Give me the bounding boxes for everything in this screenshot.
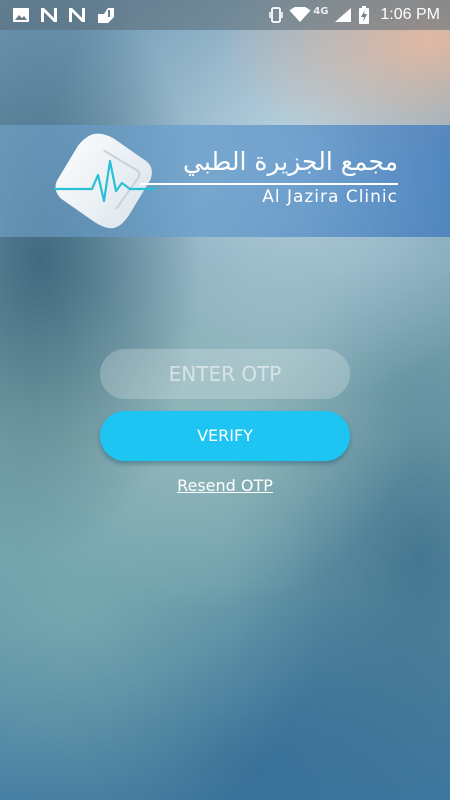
status-bar-notifications xyxy=(12,4,116,26)
n-notification-icon xyxy=(40,7,58,23)
resend-otp-link[interactable]: Resend OTP xyxy=(100,476,350,495)
otp-input[interactable] xyxy=(100,349,350,399)
status-bar-system: 4G 1:06 PM xyxy=(269,4,440,26)
vibrate-icon xyxy=(269,7,283,23)
signal-icon xyxy=(334,7,352,23)
logo-divider xyxy=(140,183,398,185)
background-image xyxy=(0,0,450,800)
logo-banner: مجمع الجزيرة الطبي Al Jazira Clinic xyxy=(0,125,450,237)
battery-charging-icon xyxy=(358,6,370,24)
network-type-label: 4G xyxy=(313,5,329,17)
verify-button[interactable]: VERIFY xyxy=(100,411,350,461)
clock: 1:06 PM xyxy=(380,6,440,23)
status-bar: 4G 1:06 PM xyxy=(0,0,450,30)
wifi-icon xyxy=(289,7,311,23)
notification-1-icon xyxy=(96,6,116,24)
clinic-name-arabic: مجمع الجزيرة الطبي xyxy=(183,147,398,176)
clinic-name-english: Al Jazira Clinic xyxy=(262,187,398,207)
n-notification-icon xyxy=(68,7,86,23)
image-icon xyxy=(12,7,30,23)
